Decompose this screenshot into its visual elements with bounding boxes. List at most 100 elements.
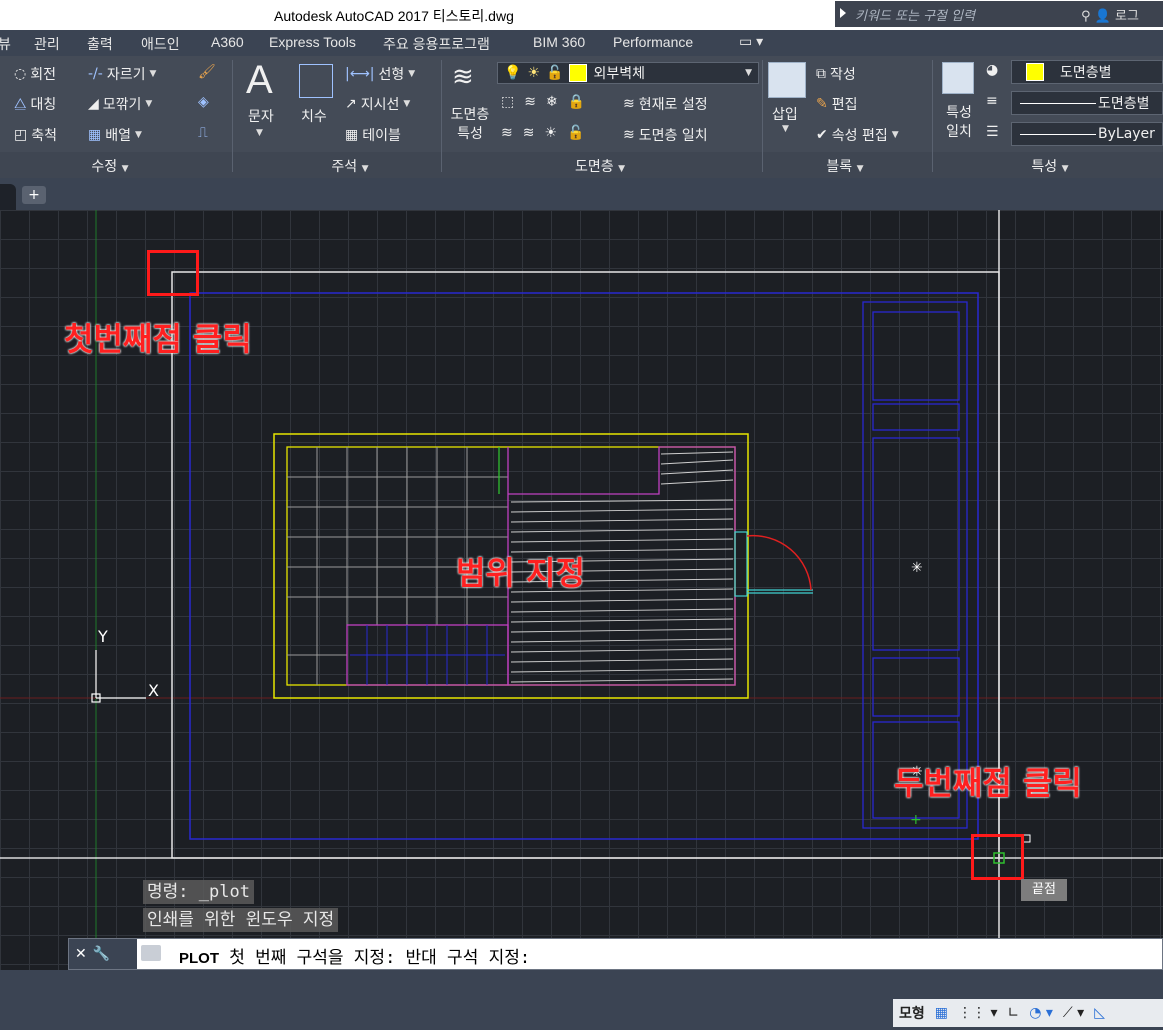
layer-properties-button[interactable]: 도면층 특성 xyxy=(447,106,493,144)
linetype-dropdown[interactable]: 도면층별 xyxy=(1011,91,1163,115)
layer-lock-icon[interactable]: 🔒 xyxy=(568,94,585,110)
sign-in-button[interactable]: ⚲ 👤 로그 xyxy=(1075,1,1163,27)
tab-addins[interactable]: 애드인 xyxy=(141,34,180,54)
scale-button[interactable]: ◰ 축척 xyxy=(14,125,57,145)
create-block-button[interactable]: ⧉ 작성 xyxy=(816,64,856,84)
tab-bim360[interactable]: BIM 360 xyxy=(533,34,585,50)
tab-manage[interactable]: 관리 xyxy=(34,34,60,54)
edit-attributes-button[interactable]: ✔ 속성 편집 ▼ xyxy=(816,125,899,145)
grid-icon[interactable]: ▦ xyxy=(935,1005,948,1021)
new-tab-button[interactable]: + xyxy=(22,186,46,204)
layer-freeze-icon[interactable]: ❄ xyxy=(546,94,558,110)
fillet-button[interactable]: ◢ 모깎기 ▼ xyxy=(88,94,152,114)
lineweight-icon[interactable]: ☰ xyxy=(986,124,999,140)
chevron-down-icon[interactable]: ▼ xyxy=(403,99,410,109)
layer-thaw-icon[interactable]: ☀ xyxy=(544,125,557,141)
osnap-icon[interactable]: ⟋ ▾ xyxy=(1063,1005,1084,1021)
explode-button[interactable]: ◈ xyxy=(198,94,209,110)
text-icon[interactable]: A xyxy=(246,58,273,103)
ucs-y-label: Y xyxy=(97,627,108,646)
polar-icon[interactable]: ◔ ▾ xyxy=(1029,1005,1053,1021)
block-panel-title[interactable]: 블록 ▼ xyxy=(775,156,915,176)
edit-block-label: 편집 xyxy=(831,97,858,113)
chevron-down-icon[interactable]: ▼ xyxy=(745,68,752,78)
tab-express-tools[interactable]: Express Tools xyxy=(269,34,356,50)
linetype-value: 도면층별 xyxy=(1098,96,1150,112)
layer-properties-icon[interactable]: ≋ xyxy=(452,62,474,92)
lineweight-dropdown[interactable]: ByLayer xyxy=(1011,122,1163,146)
drawing-tab[interactable] xyxy=(0,184,16,210)
layer-on-icon[interactable]: ≋ xyxy=(501,125,513,141)
edit-attributes-icon: ✔ xyxy=(816,127,828,143)
annotation-panel-title[interactable]: 주석 ▼ xyxy=(280,156,420,176)
color-dropdown[interactable]: 도면층별 xyxy=(1011,60,1163,84)
trim-button[interactable]: -/- 자르기 ▼ xyxy=(88,64,156,84)
command-line[interactable]: ✕ 🔧 PLOT 첫 번째 구석을 지정: 반대 구석 지정: xyxy=(68,938,1163,970)
chevron-down-icon[interactable]: ▼ xyxy=(256,128,263,138)
insert-button[interactable]: 삽입 xyxy=(772,104,798,124)
tab-a360[interactable]: A360 xyxy=(211,34,244,50)
offset-button[interactable]: ⎍ xyxy=(198,125,208,141)
search-input[interactable]: 키워드 또는 구절 입력 xyxy=(835,1,1075,27)
match-layer-button[interactable]: ≋ 도면층 일치 xyxy=(623,125,708,145)
erase-button[interactable]: 🖌 xyxy=(198,64,216,80)
trim-label: 자르기 xyxy=(106,67,146,83)
tab-output[interactable]: 출력 xyxy=(87,34,113,54)
modify-panel-title[interactable]: 수정 ▼ xyxy=(40,156,180,176)
user-icon[interactable]: 👤 xyxy=(1095,9,1111,24)
set-current-button[interactable]: ≋ 현재로 설정 xyxy=(623,94,708,114)
layer-color-swatch xyxy=(569,64,588,82)
layer-unlock-icon[interactable]: 🔓 xyxy=(567,125,584,141)
array-button[interactable]: ▦ 배열 ▼ xyxy=(88,125,142,145)
match-properties-button[interactable]: 특성 일치 xyxy=(944,104,974,142)
tab-featured-apps[interactable]: 주요 응용프로그램 xyxy=(383,34,490,54)
ribbon-toggle-icon[interactable]: ▭ ▾ xyxy=(739,33,763,50)
chevron-down-icon[interactable]: ▼ xyxy=(782,124,789,134)
tab-performance[interactable]: Performance xyxy=(613,34,693,50)
chevron-down-icon[interactable]: ▼ xyxy=(149,69,156,79)
edit-block-icon: ✎ xyxy=(816,96,828,112)
insert-block-icon[interactable] xyxy=(768,62,806,98)
color-wheel-icon[interactable]: ◕ xyxy=(986,62,998,78)
ortho-icon[interactable]: ∟ xyxy=(1007,1005,1019,1021)
dimension-icon[interactable] xyxy=(299,64,333,98)
table-button[interactable]: ▦ 테이블 xyxy=(345,125,401,145)
model-space-button[interactable]: 모형 xyxy=(899,1003,925,1023)
layer-dropdown[interactable]: 💡 ☀ 🔓 외부벽체 ▼ xyxy=(497,62,759,84)
layers-panel-title[interactable]: 도면층 ▼ xyxy=(530,156,670,176)
printer-icon[interactable] xyxy=(141,945,161,961)
customize-icon[interactable]: 🔧 xyxy=(93,946,110,962)
command-name: PLOT xyxy=(179,950,219,967)
layer-tools-row-1: ⬚ ≋ ❄ 🔒 xyxy=(501,94,585,110)
properties-panel-title[interactable]: 특성 ▼ xyxy=(990,156,1110,176)
command-history-line: 인쇄를 위한 윈도우 지정 xyxy=(143,908,339,932)
chevron-down-icon[interactable]: ▼ xyxy=(145,99,152,109)
leader-button[interactable]: ↗ 지시선 ▼ xyxy=(345,94,410,114)
isometric-icon[interactable]: ◺ xyxy=(1094,1005,1105,1021)
mirror-button[interactable]: ⧋ 대칭 xyxy=(14,94,56,114)
sun-icon: ☀ xyxy=(527,65,540,81)
layer-unisolate-icon[interactable]: ≋ xyxy=(523,125,535,141)
edit-block-button[interactable]: ✎ 편집 xyxy=(816,94,858,114)
binoculars-icon[interactable]: ⚲ xyxy=(1081,9,1091,24)
text-button[interactable]: 문자 xyxy=(248,106,274,126)
chevron-down-icon[interactable]: ▼ xyxy=(408,69,415,79)
tab-view[interactable]: 뷰 xyxy=(0,34,11,54)
status-tools: 모형 ▦ ⋮⋮ ▾ ∟ ◔ ▾ ⟋ ▾ ◺ xyxy=(893,999,1163,1027)
chevron-down-icon[interactable]: ▼ xyxy=(135,130,142,140)
dimension-button[interactable]: 치수 xyxy=(301,106,327,126)
panel-divider xyxy=(932,60,933,172)
offset-icon: ⎍ xyxy=(198,125,208,141)
chevron-down-icon[interactable]: ▼ xyxy=(892,130,899,140)
layer-off-icon[interactable]: ⬚ xyxy=(501,94,514,110)
close-icon[interactable]: ✕ xyxy=(75,946,87,962)
expand-arrow-icon[interactable] xyxy=(840,8,846,18)
rotate-icon: ◌ xyxy=(14,66,27,82)
linetype-icon[interactable]: ≡ xyxy=(986,93,998,109)
layer-isolate-icon[interactable]: ≋ xyxy=(524,94,536,110)
rotate-button[interactable]: ◌ 회전 xyxy=(14,64,56,84)
mirror-icon: ⧋ xyxy=(14,96,27,112)
match-properties-icon[interactable] xyxy=(942,62,974,94)
linear-button[interactable]: |⟷| 선형 ▼ xyxy=(345,64,415,84)
snap-icon[interactable]: ⋮⋮ ▾ xyxy=(958,1005,997,1021)
